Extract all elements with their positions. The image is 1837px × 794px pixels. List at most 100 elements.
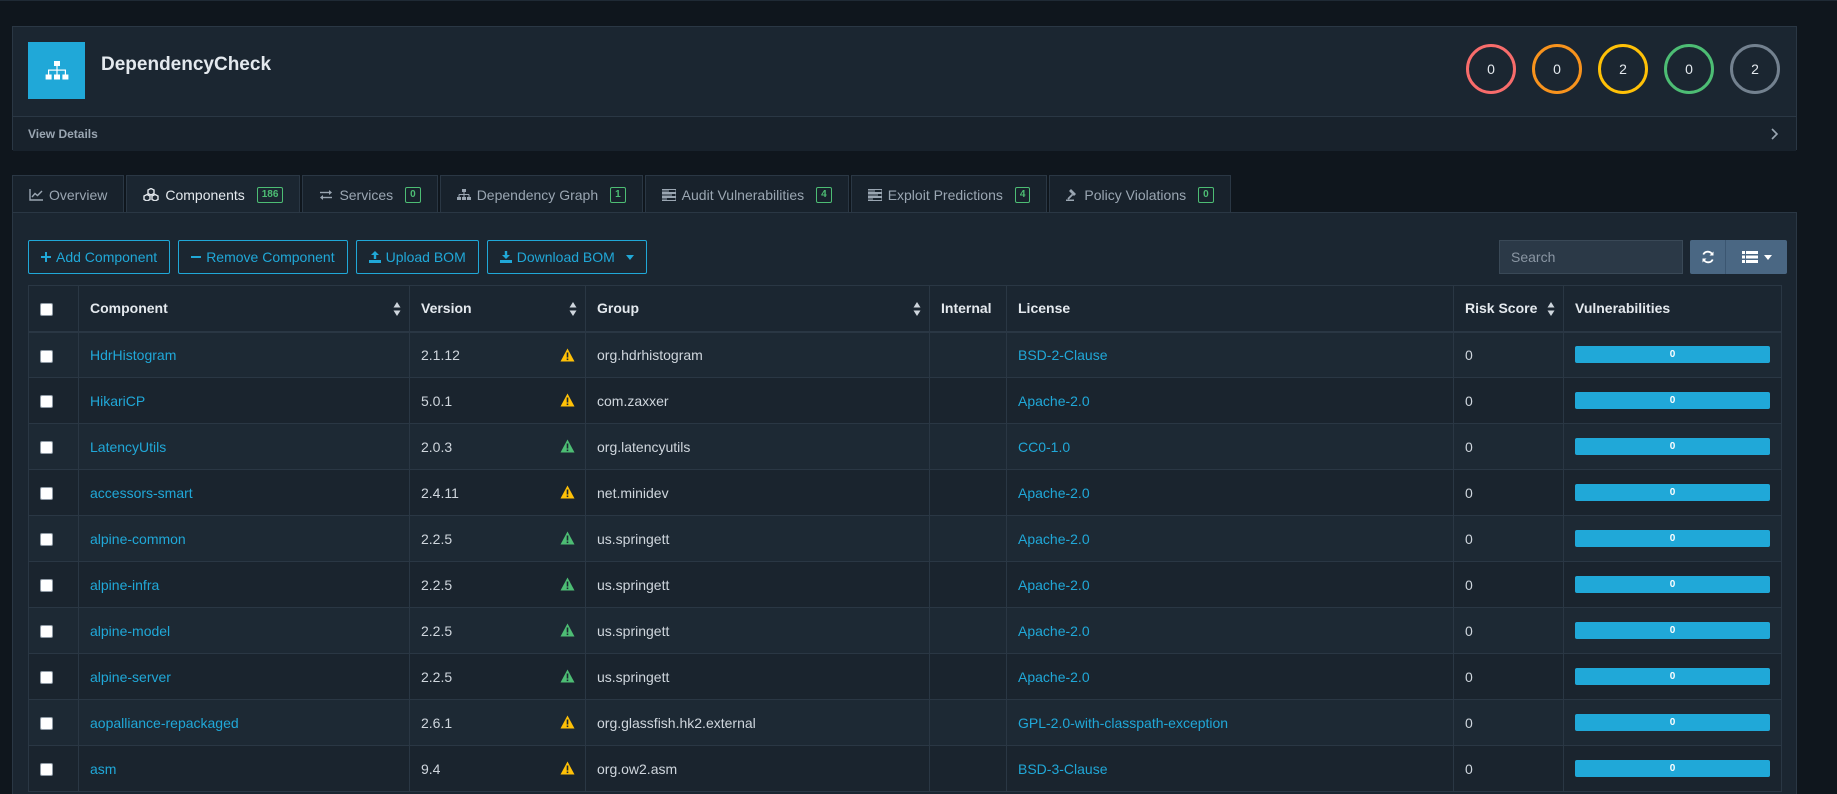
download-bom-label: Download BOM [516, 249, 615, 265]
row-checkbox[interactable] [40, 625, 53, 639]
tab-services[interactable]: Services 0 [302, 175, 438, 213]
vulnerability-bar: 0 [1575, 438, 1770, 455]
vulnerabilities-cell: 0 [1563, 331, 1782, 378]
sort-icon [1547, 302, 1555, 316]
tab-label: Exploit Predictions [887, 186, 1003, 203]
internal-cell [929, 377, 1007, 424]
upload-bom-label: Upload BOM [385, 249, 466, 265]
group-value: us.springett [597, 622, 670, 639]
component-link[interactable]: alpine-server [90, 669, 171, 685]
component-link[interactable]: HdrHistogram [90, 347, 176, 363]
component-link[interactable]: aopalliance-repackaged [90, 715, 239, 731]
license-link[interactable]: Apache-2.0 [1018, 623, 1090, 639]
row-checkbox[interactable] [40, 763, 53, 777]
component-link[interactable]: LatencyUtils [90, 439, 166, 455]
row-checkbox[interactable] [40, 533, 53, 547]
tab-count-badge: 4 [1014, 186, 1031, 203]
license-link[interactable]: BSD-3-Clause [1018, 761, 1107, 777]
vulnerabilities-cell: 0 [1563, 653, 1782, 700]
component-header[interactable]: Component [78, 285, 410, 333]
license-link[interactable]: GPL-2.0-with-classpath-exception [1018, 715, 1228, 731]
warning-triangle-icon [560, 623, 575, 637]
row-checkbox[interactable] [40, 441, 53, 455]
vulnerability-bar: 0 [1575, 622, 1770, 639]
table-controls [1690, 240, 1787, 274]
license-link[interactable]: Apache-2.0 [1018, 669, 1090, 685]
refresh-button[interactable] [1690, 240, 1726, 274]
risk-score-cell: 0 [1453, 561, 1564, 608]
project-name: DependencyCheck [101, 54, 272, 75]
row-checkbox[interactable] [40, 349, 53, 363]
sort-icon [913, 302, 921, 316]
search-input[interactable] [1499, 240, 1683, 274]
group-header[interactable]: Group [585, 285, 930, 333]
row-checkbox[interactable] [40, 487, 53, 501]
version-cell: 9.4 [409, 745, 586, 792]
risk-score-value: 0 [1465, 438, 1473, 455]
license-link[interactable]: BSD-2-Clause [1018, 347, 1107, 363]
vulnerabilities-cell: 0 [1563, 423, 1782, 470]
upload-bom-button[interactable]: Upload BOM [355, 240, 479, 274]
remove-component-button[interactable]: Remove Component [178, 240, 348, 274]
component-link[interactable]: asm [90, 761, 116, 777]
component-link[interactable]: alpine-infra [90, 577, 159, 593]
view-details-bar[interactable]: View Details [13, 116, 1796, 151]
tab-dependency-graph[interactable]: Dependency Graph 1 [439, 175, 643, 213]
risk-score-header[interactable]: Risk Score [1453, 285, 1564, 333]
component-link[interactable]: accessors-smart [90, 485, 193, 501]
license-link[interactable]: CC0-1.0 [1018, 439, 1070, 455]
internal-cell [929, 561, 1007, 608]
group-cell: us.springett [585, 653, 930, 700]
row-checkbox[interactable] [40, 395, 53, 409]
tab-audit-vulnerabilities[interactable]: Audit Vulnerabilities 4 [644, 175, 849, 213]
select-cell [28, 377, 79, 424]
vulnerabilities-cell: 0 [1563, 377, 1782, 424]
components-toolbar: Add Component Remove Component Upload BO… [28, 240, 647, 274]
vulnerabilities-cell: 0 [1563, 745, 1782, 792]
add-component-button[interactable]: Add Component [28, 240, 171, 274]
row-checkbox[interactable] [40, 717, 53, 731]
group-value: org.latencyutils [597, 438, 691, 455]
column-toggle-button[interactable] [1726, 240, 1787, 274]
license-link[interactable]: Apache-2.0 [1018, 531, 1090, 547]
license-link[interactable]: Apache-2.0 [1018, 485, 1090, 501]
component-link[interactable]: alpine-common [90, 531, 186, 547]
row-checkbox[interactable] [40, 579, 53, 593]
risk-score-value: 0 [1465, 392, 1473, 409]
vulnerability-bar: 0 [1575, 668, 1770, 685]
component-link[interactable]: alpine-model [90, 623, 170, 639]
sitemap-icon [45, 60, 68, 79]
license-link[interactable]: Apache-2.0 [1018, 393, 1090, 409]
risk-score-value: 0 [1465, 714, 1473, 731]
view-details-label: View Details [28, 127, 98, 141]
vulnerabilities-cell: 0 [1563, 561, 1782, 608]
license-header: License [1006, 285, 1454, 333]
risk-score-value: 0 [1465, 760, 1473, 777]
tab-overview[interactable]: Overview [12, 175, 125, 213]
tab-label: Services [339, 186, 394, 203]
tab-exploit-predictions[interactable]: Exploit Predictions 4 [850, 175, 1048, 213]
component-cell: HikariCP [78, 377, 410, 424]
select-all-checkbox[interactable] [40, 303, 53, 317]
group-cell: org.ow2.asm [585, 745, 930, 792]
version-value: 2.6.1 [421, 714, 453, 731]
group-value: us.springett [597, 668, 670, 685]
license-cell: Apache-2.0 [1006, 377, 1454, 424]
download-bom-button[interactable]: Download BOM [486, 240, 647, 274]
chevron-right-icon [1771, 128, 1779, 140]
list-icon [1741, 251, 1758, 263]
risk-score-cell: 0 [1453, 607, 1564, 654]
vulnerability-bar: 0 [1575, 530, 1770, 547]
internal-cell [929, 699, 1007, 746]
component-link[interactable]: HikariCP [90, 393, 145, 409]
license-cell: BSD-2-Clause [1006, 331, 1454, 378]
version-header[interactable]: Version [409, 285, 586, 333]
group-header-label: Group [597, 300, 639, 317]
version-cell: 2.2.5 [409, 515, 586, 562]
license-link[interactable]: Apache-2.0 [1018, 577, 1090, 593]
tab-components[interactable]: Components 186 [126, 175, 301, 213]
tab-policy-violations[interactable]: Policy Violations 0 [1049, 175, 1231, 213]
components-table: Component Version Group Internal License… [28, 285, 1782, 792]
risk-score-value: 0 [1465, 484, 1473, 501]
row-checkbox[interactable] [40, 671, 53, 685]
